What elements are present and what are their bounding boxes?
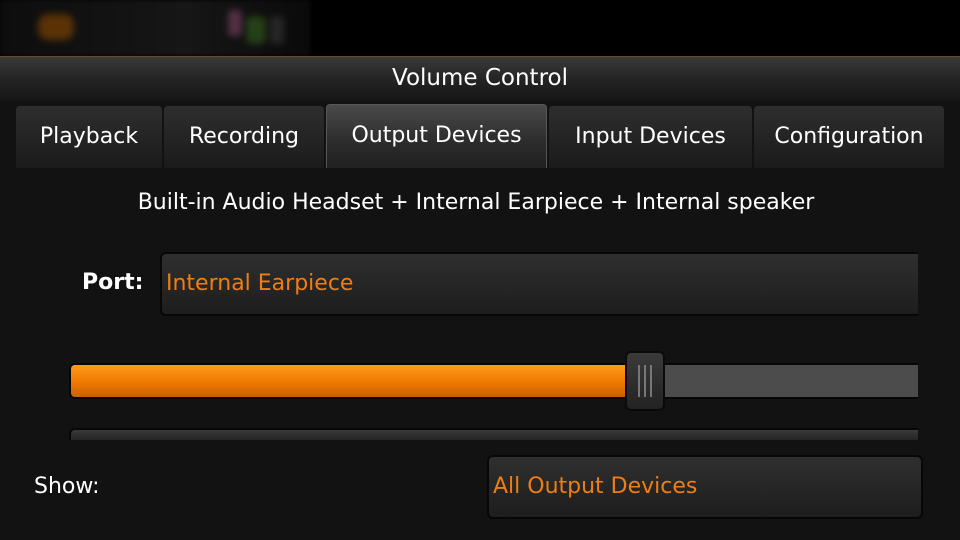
notification-icon	[38, 14, 74, 40]
tab-bar: Playback Recording Output Devices Input …	[16, 104, 944, 172]
tab-input-devices[interactable]: Input Devices	[549, 106, 752, 170]
tab-recording[interactable]: Recording	[164, 106, 324, 170]
show-filter-value: All Output Devices	[493, 474, 698, 499]
blurred-status-area	[0, 0, 310, 56]
tab-label: Recording	[188, 124, 300, 149]
signal-icon	[270, 16, 284, 44]
volume-slider-fill	[71, 365, 640, 397]
window-title: Volume Control	[392, 65, 568, 91]
device-name: Built-in Audio Headset + Internal Earpie…	[137, 190, 815, 215]
volume-slider-handle[interactable]	[625, 351, 665, 411]
title-bar: Volume Control	[0, 56, 960, 102]
show-filter-select[interactable]: All Output Devices	[487, 455, 923, 519]
tab-label: Input Devices	[575, 124, 726, 149]
tab-label: Playback	[39, 124, 139, 149]
tab-output-devices[interactable]: Output Devices	[326, 104, 547, 172]
port-label: Port:	[82, 270, 144, 295]
volume-slider[interactable]	[69, 363, 918, 399]
tab-configuration[interactable]: Configuration	[754, 106, 944, 170]
tab-playback[interactable]: Playback	[16, 106, 162, 170]
status-icon	[228, 10, 242, 36]
show-label: Show:	[34, 474, 100, 499]
status-bar	[0, 0, 960, 56]
port-select-value: Internal Earpiece	[166, 271, 354, 296]
battery-icon	[246, 16, 266, 44]
tab-label: Output Devices	[351, 123, 522, 148]
port-select[interactable]: Internal Earpiece	[160, 252, 918, 316]
tab-label: Configuration	[774, 124, 924, 149]
